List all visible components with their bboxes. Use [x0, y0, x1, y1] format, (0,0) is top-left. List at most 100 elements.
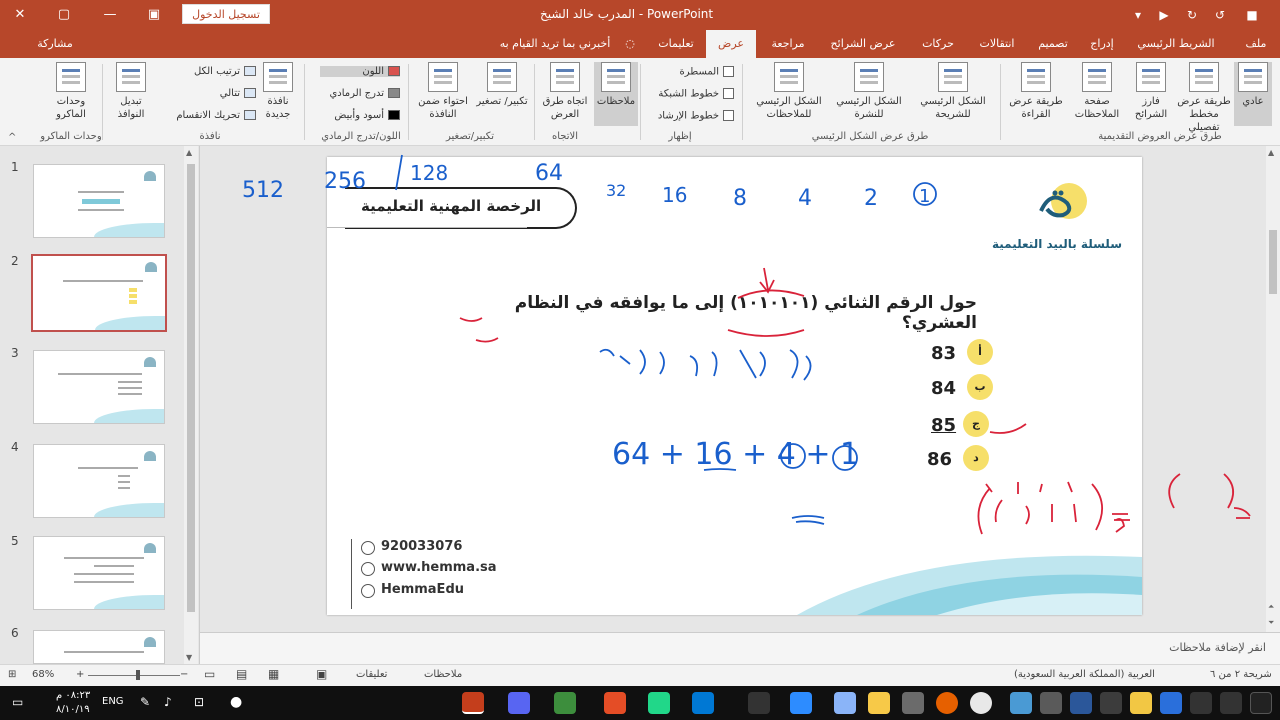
slide-thumbnail-2[interactable] [31, 254, 167, 332]
clock-time[interactable]: ٠٨:٢٣ م [56, 690, 90, 701]
discord-icon[interactable] [508, 692, 530, 714]
thumbnails-scrollbar[interactable]: ▲ ▼ [184, 146, 198, 664]
zoom-level[interactable]: 68% [32, 669, 54, 680]
slide-thumbnail-4[interactable] [33, 444, 165, 518]
notes-toggle-button[interactable]: ملاحظات [594, 62, 638, 126]
zoom-slider-handle[interactable] [136, 670, 140, 680]
store-icon[interactable] [1100, 692, 1122, 714]
start-from-beginning-icon[interactable]: ▶ [1152, 4, 1176, 26]
macros-button[interactable]: وحدات الماكرو [46, 62, 96, 126]
slide-thumbnail-1[interactable] [33, 164, 165, 238]
tab-design[interactable]: تصميم [1028, 30, 1078, 58]
reading-view-status-icon[interactable]: ▤ [236, 667, 247, 681]
tab-insert[interactable]: إدراج [1080, 30, 1124, 58]
tab-animations[interactable]: حركات [910, 30, 966, 58]
chrome-icon[interactable] [970, 692, 992, 714]
slide-thumbnail-6[interactable] [33, 630, 165, 664]
zoom-out-icon[interactable]: − [180, 669, 188, 680]
minimize-window-button[interactable]: — [96, 4, 124, 26]
app-icon[interactable] [902, 692, 924, 714]
tell-me-search[interactable]: أخبرني بما تريد القيام به [470, 30, 640, 58]
network-icon[interactable]: ⊡ [194, 695, 204, 709]
normal-view-button[interactable]: عادي [1234, 62, 1272, 126]
scroll-thumb[interactable] [1269, 230, 1277, 294]
tab-view[interactable]: عرض [706, 30, 756, 58]
record-icon[interactable]: ● [230, 694, 242, 710]
search-icon[interactable] [1220, 692, 1242, 714]
input-language[interactable]: ENG [102, 696, 124, 707]
switch-windows-button[interactable]: تبديل النوافذ [108, 62, 154, 126]
vscode-icon[interactable] [692, 692, 714, 714]
volume-icon[interactable]: ♪ [164, 695, 172, 709]
slide-thumbnail-3[interactable] [33, 350, 165, 424]
slide-master-button[interactable]: الشكل الرئيسي للشريحة [910, 62, 996, 126]
tab-slideshow[interactable]: عرض الشرائح [818, 30, 908, 58]
tab-help[interactable]: تعليمات [650, 30, 702, 58]
reading-view-button[interactable]: طريقة عرض القراءة [1006, 62, 1066, 126]
save-icon[interactable]: ■ [1240, 4, 1264, 26]
scroll-down-icon[interactable]: ▼ [186, 653, 192, 662]
grayscale-button[interactable]: تدرج الرمادي [312, 88, 400, 99]
tab-file[interactable]: ملف [1236, 30, 1276, 58]
notes-master-button[interactable]: الشكل الرئيسي للملاحظات [750, 62, 828, 126]
direction-button[interactable]: اتجاه طرق العرض [540, 62, 590, 126]
notifications-icon[interactable]: ▭ [12, 695, 23, 709]
sorter-view-status-icon[interactable]: ▦ [268, 667, 279, 681]
canvas-scrollbar[interactable]: ▲ ⏶ ⏷ [1266, 146, 1280, 632]
app-icon[interactable] [834, 692, 856, 714]
scroll-thumb[interactable] [187, 164, 195, 612]
handout-master-button[interactable]: الشكل الرئيسي للنشرة [830, 62, 908, 126]
new-window-button[interactable]: نافذة جديدة [256, 62, 300, 126]
arrange-all-button[interactable]: ترتيب الكل [172, 66, 256, 77]
app-icon[interactable] [1010, 692, 1032, 714]
redo-icon[interactable]: ↻ [1180, 4, 1204, 26]
scroll-up-icon[interactable]: ▲ [1268, 148, 1274, 157]
color-button[interactable]: اللون [320, 66, 400, 77]
zoom-app-icon[interactable] [790, 692, 812, 714]
zoom-slider[interactable] [88, 675, 180, 676]
app-icon[interactable] [554, 692, 576, 714]
scroll-up-icon[interactable]: ▲ [186, 148, 192, 157]
current-slide[interactable]: الرخصة المهنية التعليمية سلسلة بالبيد ال… [327, 157, 1142, 615]
next-slide-icon[interactable]: ⏷ [1268, 618, 1274, 628]
zoom-button[interactable]: تكبير/ تصغير [474, 62, 530, 126]
pycharm-icon[interactable] [648, 692, 670, 714]
app-icon[interactable] [1040, 692, 1062, 714]
notes-page-button[interactable]: صفحة الملاحظات [1068, 62, 1126, 126]
edge-icon[interactable] [1160, 692, 1182, 714]
collapse-ribbon-icon[interactable]: ^ [8, 132, 16, 143]
gridlines-checkbox[interactable]: خطوط الشبكة [646, 88, 734, 100]
previous-slide-icon[interactable]: ⏶ [1268, 602, 1274, 612]
language-indicator[interactable]: العربية (المملكة العربية السعودية) [1014, 669, 1155, 680]
guides-checkbox[interactable]: خطوط الإرشاد [646, 110, 734, 122]
xampp-icon[interactable] [604, 692, 626, 714]
restore-window-button[interactable]: ▢ [50, 4, 78, 26]
clock-date[interactable]: ٨/١٠/١٩ [56, 704, 90, 715]
customize-qat-icon[interactable]: ▾ [1126, 4, 1150, 26]
close-window-button[interactable]: ✕ [6, 4, 34, 26]
normal-view-status-icon[interactable]: ▣ [316, 667, 327, 681]
word-icon[interactable] [1070, 692, 1092, 714]
comments-status-button[interactable]: تعليقات [356, 669, 387, 680]
share-button[interactable]: مشاركة [20, 30, 90, 58]
undo-icon[interactable]: ↺ [1208, 4, 1232, 26]
fit-to-window-button[interactable]: احتواء ضمن النافذة [414, 62, 472, 126]
slideshow-status-icon[interactable]: ▭ [204, 667, 215, 681]
ruler-checkbox[interactable]: المسطرة [654, 66, 734, 78]
pen-icon[interactable]: ✎ [140, 695, 150, 709]
slide-sorter-button[interactable]: فارز الشرائح [1128, 62, 1174, 126]
tab-review[interactable]: مراجعة [760, 30, 816, 58]
move-split-button[interactable]: تحريك الانقسام [160, 110, 256, 121]
ribbon-display-options-icon[interactable]: ▣ [140, 4, 168, 26]
cascade-button[interactable]: تتالي [172, 88, 256, 99]
firefox-icon[interactable] [936, 692, 958, 714]
powerpoint-icon[interactable] [462, 692, 484, 714]
outline-view-button[interactable]: طريقة عرض مخطط تفصيلي [1176, 62, 1232, 133]
start-icon[interactable] [1250, 692, 1272, 714]
sign-in-button[interactable]: تسجيل الدخول [182, 4, 270, 24]
tab-transitions[interactable]: انتقالات [968, 30, 1026, 58]
tab-home[interactable]: الشريط الرئيسي [1126, 30, 1226, 58]
fit-slide-icon[interactable]: ⊞ [8, 669, 16, 680]
slide-thumbnail-5[interactable] [33, 536, 165, 610]
app-icon[interactable] [748, 692, 770, 714]
